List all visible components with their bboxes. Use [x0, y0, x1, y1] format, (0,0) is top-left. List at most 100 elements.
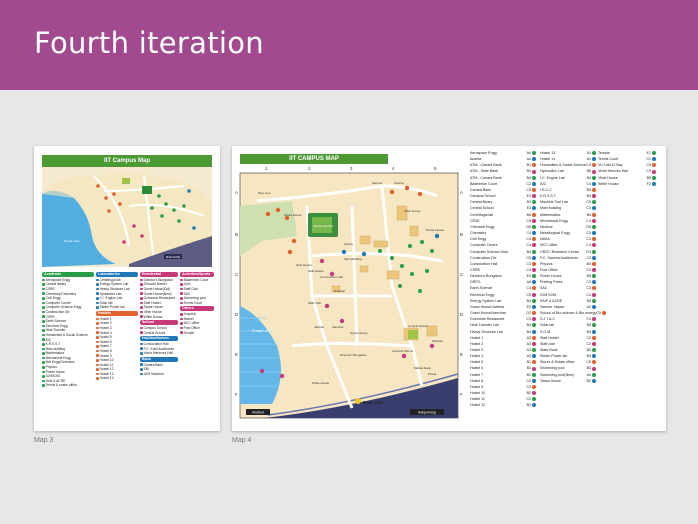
legend-marker-icon: [42, 324, 45, 328]
index-entry-grid-ref: B3: [526, 169, 531, 174]
legend-item-label: Guest House(Old): [143, 286, 171, 291]
legend-item-label: Gym: [183, 282, 191, 287]
legend-marker-icon: [42, 333, 45, 337]
legend-marker-icon: [180, 292, 183, 295]
index-marker-icon: [592, 231, 596, 236]
index-marker-icon: [532, 206, 536, 211]
legend-marker-icon: [96, 292, 99, 295]
legend-item-label: Director's Bungalow: [143, 277, 173, 282]
index-marker-icon: [592, 372, 596, 377]
index-entry-grid-ref: A1: [586, 151, 591, 155]
map4-market-gate-label: Market Gate: [414, 366, 431, 370]
index-entry-grid-ref: B4: [586, 323, 591, 328]
index-entry-grid-ref: B4: [526, 329, 531, 334]
legend-item-label: Civil Engg: [45, 296, 61, 301]
legend-heading-residential: Residential: [140, 272, 178, 277]
index-entry-grid-ref: C5: [526, 255, 531, 260]
index-marker-icon: [592, 261, 596, 266]
index-entry-grid-ref: B4: [526, 249, 531, 254]
map4-directors-bungalow-label: Director's Bungalow: [340, 353, 367, 357]
legend-item: Central School: [140, 331, 178, 336]
index-entry-grid-ref: A2: [586, 304, 591, 309]
caption-map3: Map 3: [34, 437, 54, 444]
index-entry-name: Tansa House: [540, 378, 561, 383]
index-entry-grid-ref: C2: [526, 397, 531, 402]
index-marker-icon: [652, 157, 656, 162]
legend-marker-icon: [140, 315, 143, 318]
index-entry-grid-ref: B4: [586, 194, 591, 199]
legend-item: Victor Menezes Hall: [140, 351, 178, 356]
index-marker-icon: [532, 323, 536, 328]
index-marker-icon: [592, 218, 596, 223]
legend-marker-icon: [140, 363, 143, 366]
legend-marker-icon: [140, 297, 143, 300]
legend-heading-laboratories: Laboratories: [96, 272, 138, 277]
index-marker-icon: [532, 151, 536, 156]
grid-row-e-right: E: [460, 352, 464, 357]
index-entry-grid-ref: C5: [646, 163, 651, 168]
legend-item-label: SJMSOM: [45, 374, 60, 379]
index-marker-icon: [592, 354, 596, 359]
grid-row-b-right: B: [460, 232, 464, 237]
index-entry: Hostel 12 B1: [470, 402, 536, 408]
index-entry-grid-ref: B2: [586, 378, 591, 383]
index-entry-grid-ref: A3: [526, 335, 531, 340]
legend-marker-icon: [96, 297, 99, 300]
grid-col-1: 1: [265, 166, 268, 171]
map4-andheri-label: Andheri: [252, 411, 264, 415]
index-entry-grid-ref: C5: [526, 218, 531, 223]
legend-item: Tennis & snake office: [42, 383, 94, 388]
index-marker-icon: [592, 335, 596, 340]
legend-item: White House: [140, 315, 178, 320]
legend-list-bank: Canara Bank SBI ATM Machine: [140, 363, 178, 377]
legend-item: ATM Machine: [140, 372, 178, 377]
legend-marker-icon: [140, 283, 143, 286]
legend-marker-icon: [180, 326, 183, 330]
index-marker-icon: [592, 341, 596, 346]
index-entry-grid-ref: C5: [596, 311, 601, 316]
index-entry-grid-ref: C3: [646, 169, 651, 174]
index-entry-name: White House: [598, 181, 619, 186]
index-marker-icon: [532, 360, 536, 365]
index-entry-grid-ref: C4: [586, 243, 591, 248]
map4-sameer-label: Sameer: [372, 181, 383, 185]
legend-item-label: NCC office: [183, 321, 200, 326]
map4-hospital-label: Hospital: [334, 289, 345, 293]
legend-item-label: CSRE: [45, 286, 55, 291]
legend-item-label: Convocation Hall: [143, 341, 169, 346]
legend-marker-icon: [96, 358, 99, 362]
index-entry-grid-ref: E3: [526, 194, 531, 199]
index-entry-grid-ref: C4: [586, 163, 591, 168]
map4-pipeline-label: Pipe Line: [258, 191, 271, 195]
index-column-3: Temple E1 Tennis Court C2 VLI Lab/12 Bay C5 Vi…: [598, 150, 656, 187]
index-entry-grid-ref: B4: [586, 329, 591, 334]
index-marker-icon: [532, 274, 536, 279]
legend-marker-icon: [96, 301, 99, 305]
legend-item-label: Power house: [45, 369, 65, 374]
index-entry-grid-ref: C2: [526, 384, 531, 389]
legend-marker-icon: [42, 379, 45, 383]
index-entry-grid-ref: B4: [586, 261, 591, 266]
index-entry-grid-ref: C3: [586, 286, 591, 291]
map3-panel: IIT Campus Map MAIN GATE Powai Lake Acad…: [34, 146, 220, 431]
index-marker-icon: [652, 169, 656, 174]
legend-item-label: Swimming pool: [183, 296, 206, 301]
legend-marker-icon: [140, 306, 143, 309]
caption-map4: Map 4: [232, 437, 252, 444]
index-entry-grid-ref: E2: [526, 304, 531, 309]
map4-library-label: Library: [344, 242, 354, 246]
legend-marker-icon: [140, 331, 143, 334]
index-marker-icon: [592, 268, 596, 273]
legend-heading-bank: Bank: [140, 356, 178, 362]
index-marker-icon: [532, 372, 536, 377]
index-entry-grid-ref: C4: [526, 231, 531, 236]
map4-power-house-label: Power House: [426, 228, 444, 232]
legend-item-label: CSRE: [45, 314, 55, 319]
legend-item-label: Hostel 4: [99, 330, 112, 335]
legend-marker-icon: [180, 322, 183, 325]
legend-marker-icon: [42, 287, 45, 291]
index-marker-icon: [532, 163, 536, 168]
legend-marker-icon: [96, 340, 99, 344]
legend-marker-icon: [180, 301, 183, 305]
map4-central-school-label: Central School: [408, 324, 428, 328]
